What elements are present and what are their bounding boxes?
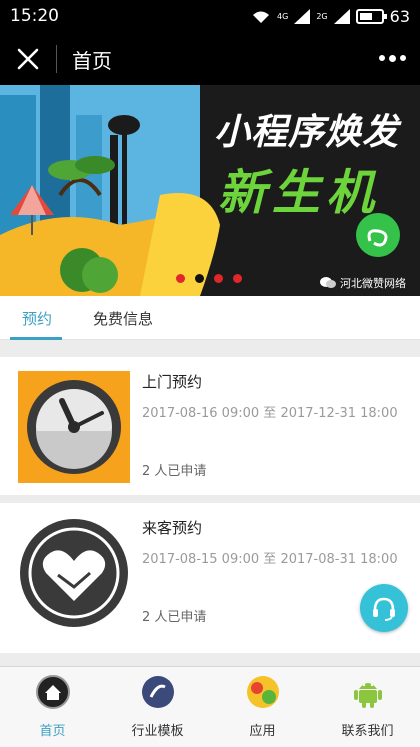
tab-active-indicator (10, 337, 62, 340)
headset-icon (373, 597, 395, 621)
carousel-dot[interactable] (176, 274, 185, 283)
home-icon (36, 675, 70, 709)
carousel-dots (176, 274, 242, 283)
banner-credit-text: 河北微赞网络 (340, 277, 406, 290)
tabbar-label: 联系我们 (341, 724, 394, 739)
banner-credit: 河北微赞网络 (320, 275, 406, 291)
tabbar-label: 应用 (249, 724, 276, 739)
more-menu-icon[interactable] (379, 54, 406, 62)
page-title: 首页 (72, 49, 112, 73)
android-icon (354, 683, 382, 708)
handshake-icon (18, 517, 130, 629)
card-date-end: 2017-08-31 18:00 (280, 552, 398, 567)
templates-icon (142, 676, 174, 708)
signal-1-label: 4G (277, 12, 289, 21)
content-tabs: 预约 免费信息 (0, 296, 420, 340)
card-date-sep: 至 (263, 406, 277, 421)
tabbar-item-apps[interactable]: 应用 (210, 667, 315, 747)
card-date-range: 2017-08-16 09:00 至 2017-12-31 18:00 (142, 402, 398, 421)
tab-reservation[interactable]: 预约 (22, 308, 52, 329)
tabbar-item-templates[interactable]: 行业模板 (105, 667, 210, 747)
status-icons: 4G 2G 63 (251, 7, 410, 26)
customer-service-button[interactable] (360, 584, 408, 632)
status-bar: 15:20 4G 2G 63 (0, 0, 420, 33)
card-applicant-count: 2 人已申请 (142, 610, 207, 625)
wifi-icon (253, 11, 270, 23)
card-date-start: 2017-08-15 09:00 (142, 552, 260, 567)
tab-free-info[interactable]: 免费信息 (93, 308, 153, 329)
clock-icon (18, 371, 130, 483)
banner-slogan-2: 新生机 (218, 165, 381, 221)
signal-2-icon (333, 9, 350, 24)
tabbar-item-home[interactable]: 首页 (0, 667, 105, 747)
signal-1-icon (294, 9, 311, 24)
tabbar-label: 首页 (39, 724, 66, 739)
promo-banner[interactable]: 小程序焕发 新生机 河北微赞网络 (0, 85, 420, 296)
tabbar-item-contact[interactable]: 联系我们 (315, 667, 420, 747)
carousel-dot[interactable] (233, 274, 242, 283)
battery-level: 63 (389, 7, 410, 26)
card-date-start: 2017-08-16 09:00 (142, 406, 260, 421)
carousel-dot[interactable] (214, 274, 223, 283)
reservation-card[interactable]: 上门预约 2017-08-16 09:00 至 2017-12-31 18:00… (0, 357, 420, 495)
card-applicant-count: 2 人已申请 (142, 464, 207, 479)
close-icon[interactable] (14, 45, 42, 73)
status-time: 15:20 (10, 6, 59, 26)
carousel-dot-active[interactable] (195, 274, 204, 283)
nav-divider (56, 45, 57, 73)
battery-icon (355, 9, 387, 24)
apps-icon (247, 676, 279, 708)
tabbar-label: 行业模板 (131, 724, 184, 739)
card-date-range: 2017-08-15 09:00 至 2017-08-31 18:00 (142, 548, 398, 567)
banner-slogan-1: 小程序焕发 (214, 112, 400, 153)
card-title: 上门预约 (142, 373, 203, 391)
nav-bar: 首页 (0, 33, 420, 85)
card-title: 来客预约 (142, 519, 203, 537)
card-date-sep: 至 (263, 552, 277, 567)
bottom-tab-bar: 首页 行业模板 应用 联系我们 (0, 666, 420, 747)
card-date-end: 2017-12-31 18:00 (280, 406, 398, 421)
signal-2-label: 2G (316, 12, 328, 21)
wechat-icon (320, 277, 336, 288)
reservation-card[interactable]: 来客预约 2017-08-15 09:00 至 2017-08-31 18:00… (0, 503, 420, 653)
